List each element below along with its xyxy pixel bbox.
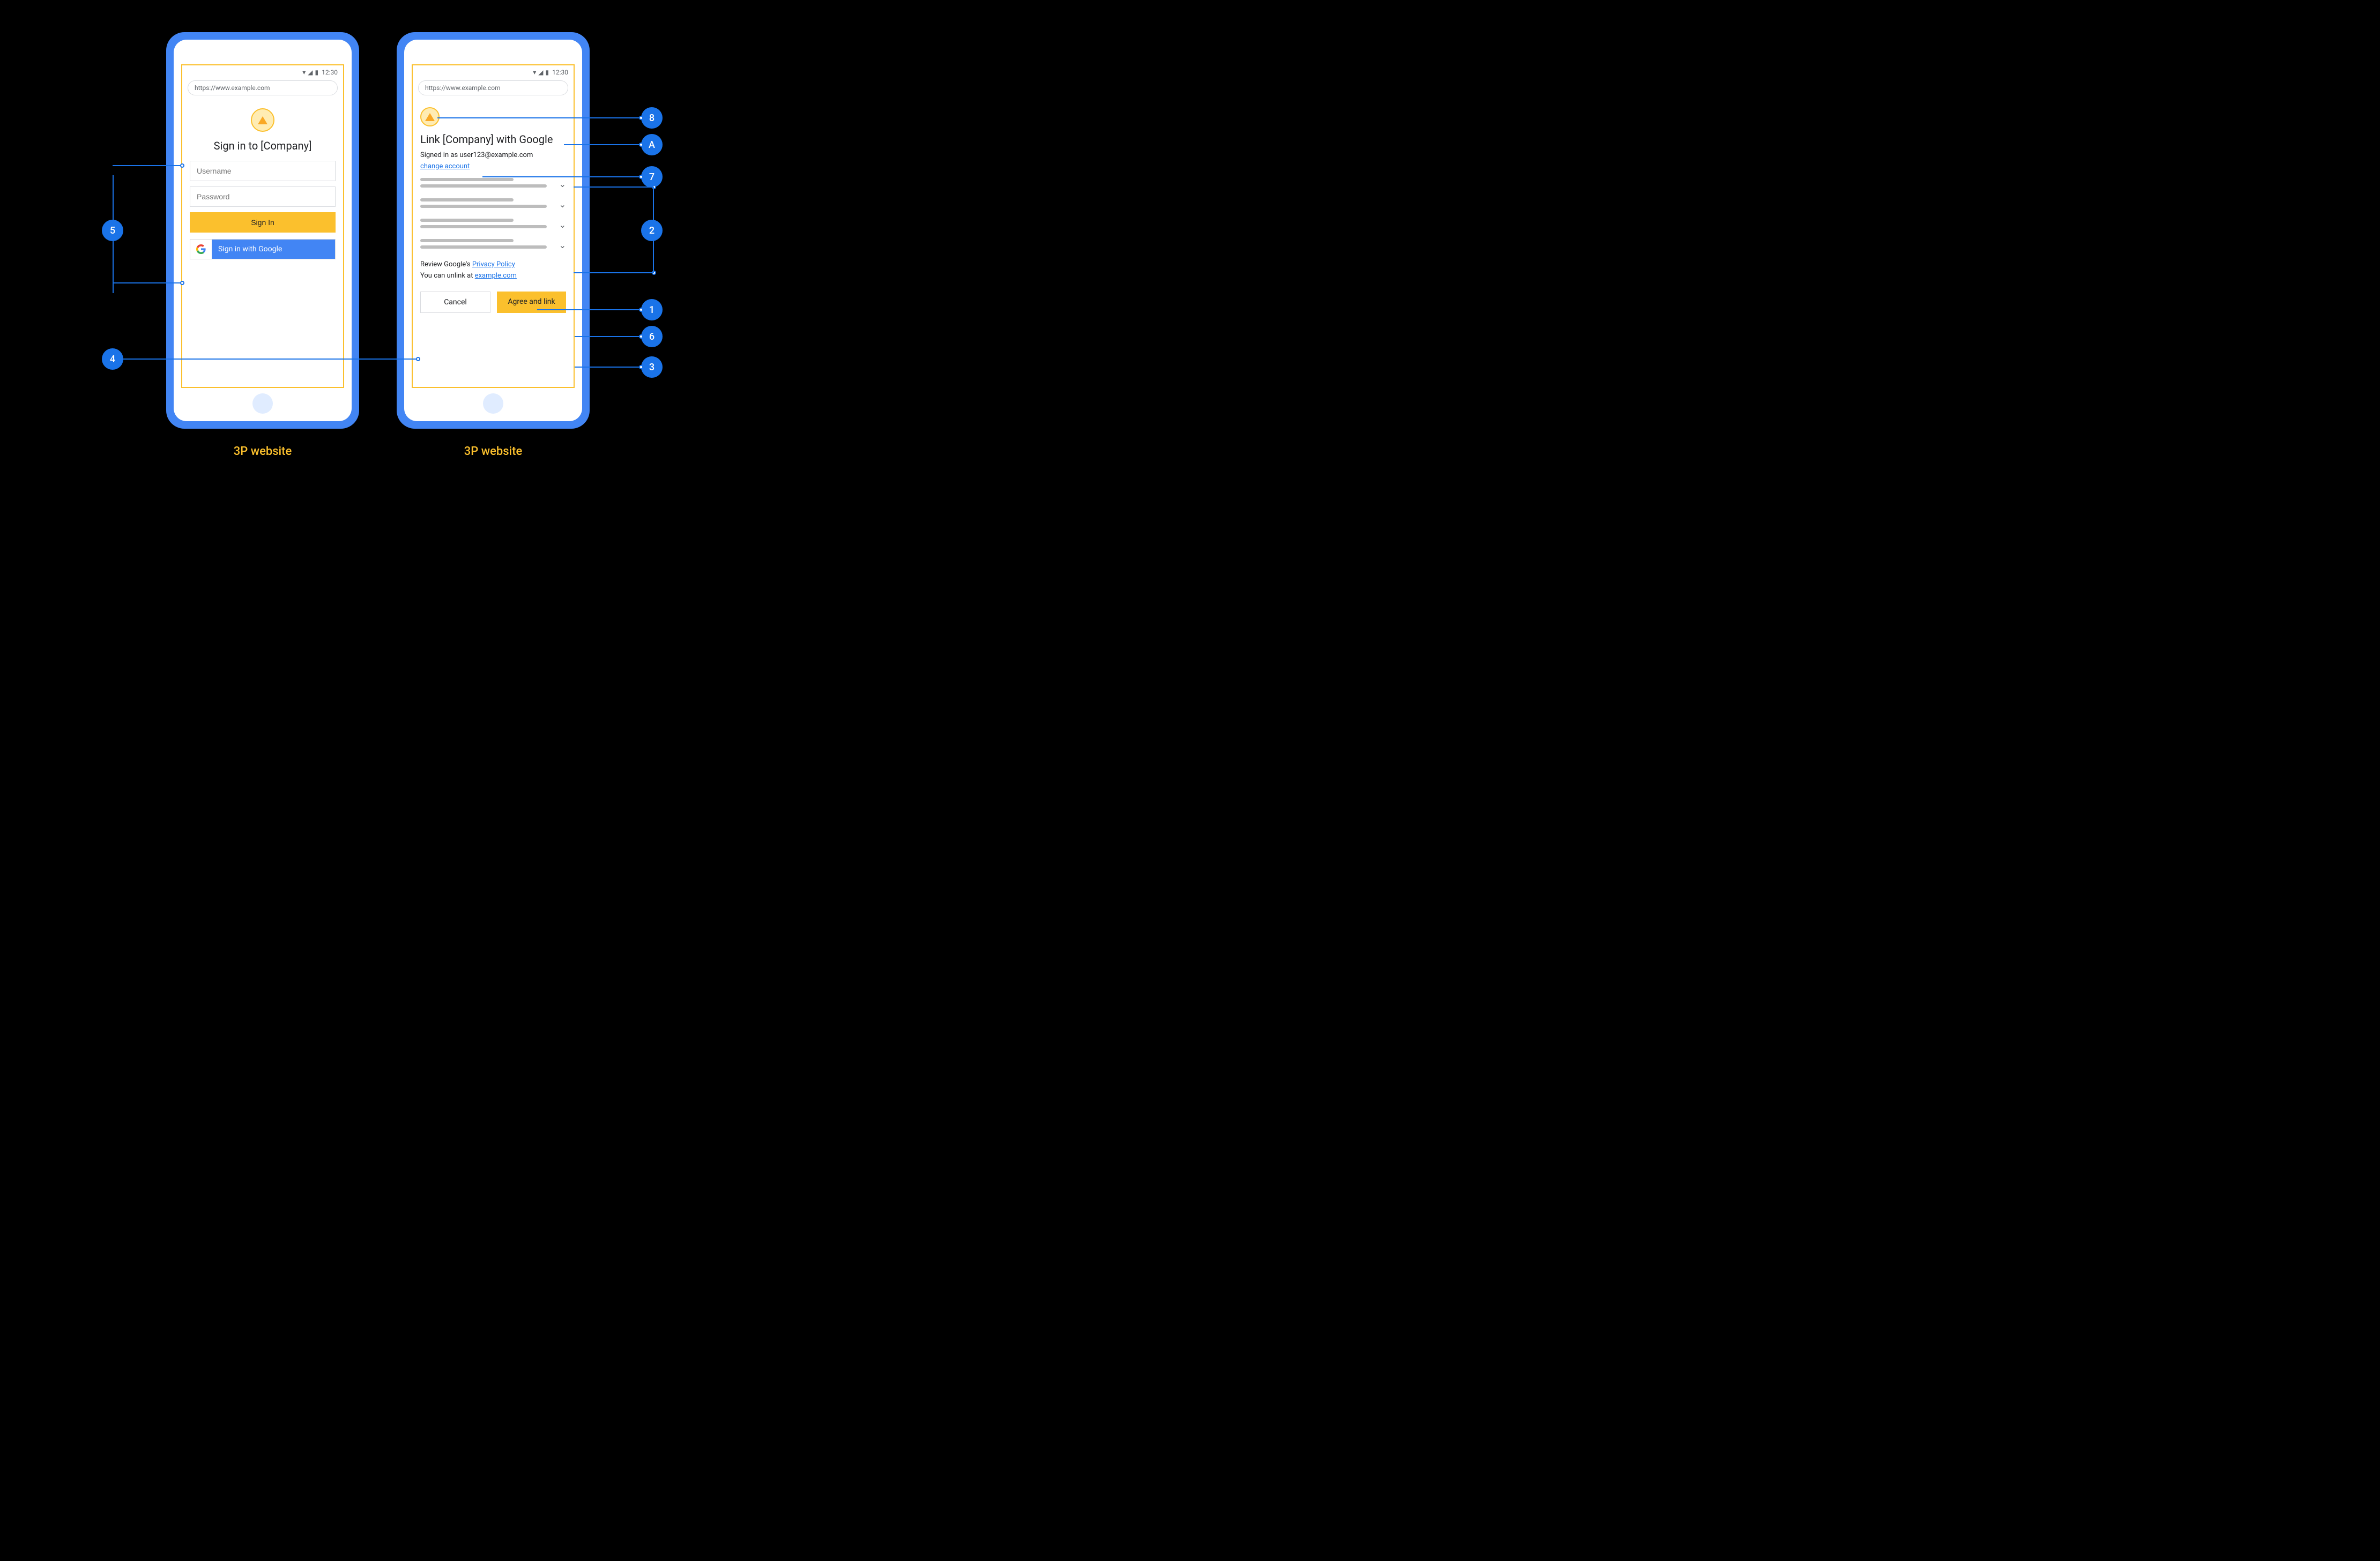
battery-icon: ▮ xyxy=(315,69,319,76)
permission-item[interactable]: ⌄ xyxy=(420,219,566,231)
annotation-4: 4 xyxy=(102,348,418,370)
google-signin-label: Sign in with Google xyxy=(212,240,335,259)
annotation-8: 8 xyxy=(437,107,663,129)
chevron-down-icon: ⌄ xyxy=(559,219,566,230)
annotation-5-line-b xyxy=(113,282,182,283)
annotation-6: 6 xyxy=(575,326,663,347)
chevron-down-icon: ⌄ xyxy=(559,198,566,210)
clock-text: 12:30 xyxy=(552,69,568,76)
username-input[interactable] xyxy=(190,161,336,181)
company-logo xyxy=(251,108,274,132)
clock-text: 12:30 xyxy=(322,69,338,76)
privacy-policy-link[interactable]: Privacy Policy xyxy=(472,260,515,268)
diagram-stage: ▾ ◢ ▮ 12:30 https://www.example.com Sign… xyxy=(21,21,729,488)
annotation-7: 7 xyxy=(482,166,663,188)
wifi-icon: ▾ xyxy=(533,69,536,76)
caption-left: 3P website xyxy=(166,445,359,458)
cellular-icon: ◢ xyxy=(538,69,543,76)
third-party-frame: ▾ ◢ ▮ 12:30 https://www.example.com Sign… xyxy=(181,64,344,388)
home-button[interactable] xyxy=(483,393,503,414)
company-logo xyxy=(420,107,440,126)
permission-item[interactable]: ⌄ xyxy=(420,239,566,252)
annotation-3: 3 xyxy=(575,356,663,378)
signin-button[interactable]: Sign In xyxy=(190,212,336,233)
unlink-link[interactable]: example.com xyxy=(475,272,517,280)
annotation-A: A xyxy=(564,134,663,155)
home-button[interactable] xyxy=(252,393,273,414)
signed-in-as-text: Signed in as user123@example.com xyxy=(420,151,566,159)
annotation-5: 5 xyxy=(102,220,182,241)
permissions-list: ⌄ ⌄ ⌄ ⌄ xyxy=(420,178,566,252)
wifi-icon: ▾ xyxy=(302,69,306,76)
url-bar[interactable]: https://www.example.com xyxy=(418,80,568,95)
consent-heading: Link [Company] with Google xyxy=(420,133,566,146)
change-account-link[interactable]: change account xyxy=(420,162,470,170)
permission-item[interactable]: ⌄ xyxy=(420,198,566,211)
annotation-2-line-bot xyxy=(574,272,654,273)
cellular-icon: ◢ xyxy=(308,69,313,76)
battery-icon: ▮ xyxy=(546,69,549,76)
status-bar: ▾ ◢ ▮ 12:30 xyxy=(182,65,343,77)
status-bar: ▾ ◢ ▮ 12:30 xyxy=(413,65,574,77)
signin-heading: Sign in to [Company] xyxy=(190,139,336,152)
caption-right: 3P website xyxy=(397,445,590,458)
url-bar[interactable]: https://www.example.com xyxy=(188,80,338,95)
chevron-down-icon: ⌄ xyxy=(559,239,566,250)
unlink-line: You can unlink at example.com xyxy=(420,271,566,282)
privacy-policy-line: Review Google's Privacy Policy xyxy=(420,259,566,271)
google-signin-button[interactable]: Sign in with Google xyxy=(190,239,336,259)
password-input[interactable] xyxy=(190,186,336,207)
annotation-1: 1 xyxy=(537,299,663,320)
annotation-5-line-a xyxy=(113,165,182,166)
google-g-icon xyxy=(190,240,212,259)
annotation-2-line-top xyxy=(574,186,654,188)
phone-mockup-consent: ▾ ◢ ▮ 12:30 https://www.example.com Link… xyxy=(397,32,590,429)
annotation-2: 2 xyxy=(641,220,663,241)
cancel-button[interactable]: Cancel xyxy=(420,292,490,313)
phone-screen: ▾ ◢ ▮ 12:30 https://www.example.com Link… xyxy=(404,40,582,421)
